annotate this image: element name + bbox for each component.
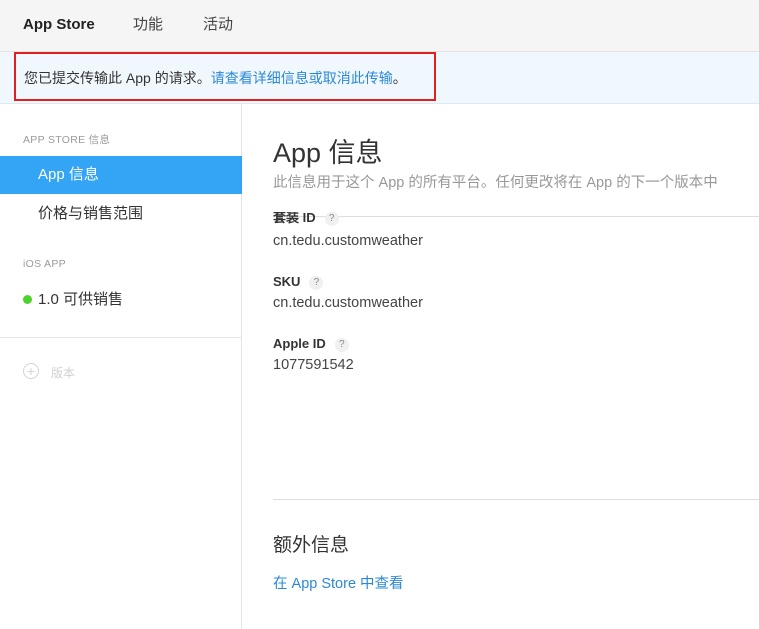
sidebar-item-label: 1.0 可供销售: [38, 291, 124, 308]
plus-circle-icon: +: [23, 363, 39, 379]
bundle-id-value: cn.tedu.customweather: [273, 233, 423, 249]
sidebar-section-app-store-info: APP STORE 信息: [23, 134, 111, 146]
sidebar-divider: [0, 337, 242, 338]
top-navigation-bar: App Store 功能 活动: [0, 0, 759, 52]
bundle-id-label: 套装 ID: [273, 212, 316, 225]
view-in-app-store-link[interactable]: 在 App Store 中查看: [273, 572, 404, 593]
notice-highlight-box: [14, 52, 436, 101]
bundle-id-label-clipped: 套装 ID?: [273, 212, 473, 226]
status-dot-icon: [23, 295, 32, 304]
sidebar-item-label: App 信息: [38, 166, 99, 183]
sidebar-section-ios-app: iOS APP: [23, 258, 66, 270]
app-store-brand-tab[interactable]: App Store: [23, 15, 95, 35]
help-icon[interactable]: ?: [309, 276, 324, 290]
extra-info-heading: 额外信息: [273, 535, 350, 556]
sidebar: APP STORE 信息 App 信息 价格与销售范围 iOS APP 1.0 …: [0, 104, 242, 629]
sku-label: SKU: [273, 274, 301, 289]
sku-value: cn.tedu.customweather: [273, 295, 423, 311]
sidebar-item-app-info[interactable]: App 信息: [0, 156, 242, 194]
sidebar-item-pricing[interactable]: 价格与销售范围: [0, 195, 242, 233]
page-title: App 信息: [273, 138, 383, 168]
sidebar-item-version-1-0[interactable]: 1.0 可供销售: [0, 281, 242, 319]
page-subtitle: 此信息用于这个 App 的所有平台。任何更改将在 App 的下一个版本中: [273, 175, 718, 191]
apple-id-value: 1077591542: [273, 357, 354, 373]
tab-features[interactable]: 功能: [133, 15, 163, 35]
help-icon[interactable]: ?: [324, 212, 339, 226]
section-divider: [273, 499, 759, 500]
apple-id-label: Apple ID: [273, 336, 326, 351]
main-content: App 信息 此信息用于这个 App 的所有平台。任何更改将在 App 的下一个…: [243, 104, 759, 629]
tab-activity[interactable]: 活动: [203, 15, 233, 35]
sidebar-item-label: 价格与销售范围: [38, 205, 144, 222]
help-icon[interactable]: ?: [334, 338, 349, 352]
add-version-label: 版本: [51, 366, 76, 380]
